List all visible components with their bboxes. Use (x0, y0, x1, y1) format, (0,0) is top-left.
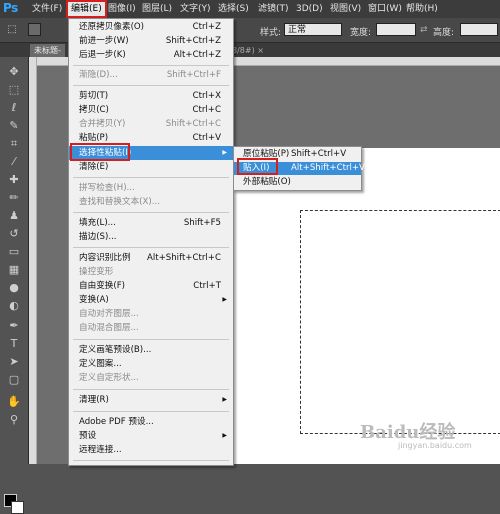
swap-icon[interactable]: ⇄ (420, 25, 428, 35)
shape-tool-icon[interactable]: ▢ (6, 373, 22, 387)
menu-item-remote-connections[interactable]: 远程连接... (69, 443, 233, 457)
menu-item-copy[interactable]: 拷贝(C) Ctrl+C (69, 103, 233, 117)
annotation-highlight-paste-special (70, 143, 130, 161)
move-tool-icon[interactable]: ✥ (6, 65, 22, 79)
menu-item-transform[interactable]: 变换(A) ▶ (69, 293, 233, 307)
baidu-watermark-url: jingyan.baidu.com (398, 441, 472, 450)
menu-item-auto-align[interactable]: 自动对齐图层... (69, 307, 233, 321)
submenu-arrow-icon: ▶ (222, 149, 227, 156)
menu-item-clear[interactable]: 清除(E) (69, 160, 233, 174)
menu-item-find-replace[interactable]: 查找和替换文本(X)... (69, 195, 233, 209)
dodge-tool-icon[interactable]: ◐ (6, 299, 22, 313)
menu-bar: Ps 文件(F) 编辑(E) 图像(I) 图层(L) 文字(Y) 选择(S) 滤… (0, 0, 500, 18)
annotation-highlight-paste-into (237, 158, 278, 175)
edit-menu-dropdown: 还原拷贝像素(O) Ctrl+Z 前进一步(W) Shift+Ctrl+Z 后退一步… (68, 18, 234, 466)
style-select[interactable]: 正常 (284, 23, 342, 36)
menu-layer[interactable]: 图层(L) (142, 3, 172, 15)
menu-image[interactable]: 图像(I) (108, 3, 136, 15)
menu-view[interactable]: 视图(V) (330, 3, 361, 15)
pen-tool-icon[interactable]: ✒ (6, 319, 22, 333)
menu-item-free-transform[interactable]: 自由变换(F) Ctrl+T (69, 279, 233, 293)
gradient-tool-icon[interactable]: ▦ (6, 263, 22, 277)
photoshop-logo: Ps (3, 1, 18, 15)
menu-item-define-shape[interactable]: 定义自定形状... (69, 371, 233, 385)
height-input[interactable] (460, 23, 498, 36)
tools-panel: ✥ ⬚ ℓ ✎ ⌗ ⁄ ✚ ✏ ♟ ↺ ▭ ▦ ● ◐ ✒ T ➤ ▢ ✋ ⚲ (0, 57, 29, 514)
menu-item-puppet-warp[interactable]: 操控变形 (69, 265, 233, 279)
menu-help[interactable]: 帮助(H) (406, 3, 438, 15)
menu-item-stroke[interactable]: 描边(S)... (69, 230, 233, 244)
menu-item-fill[interactable]: 填充(L)... Shift+F5 (69, 216, 233, 230)
menu-item-spell-check[interactable]: 拼写检查(H)... (69, 181, 233, 195)
menu-item-undo[interactable]: 还原拷贝像素(O) Ctrl+Z (69, 20, 233, 34)
rect-marquee-tool-icon[interactable]: ⬚ (6, 83, 22, 97)
menu-item-copy-merged[interactable]: 合并拷贝(Y) Shift+Ctrl+C (69, 117, 233, 131)
new-selection-icon[interactable] (28, 23, 41, 36)
menu-window[interactable]: 窗口(W) (368, 3, 402, 15)
vertical-ruler (28, 57, 37, 464)
menu-item-step-backward[interactable]: 后退一步(K) Alt+Ctrl+Z (69, 48, 233, 62)
menu-item-cut[interactable]: 剪切(T) Ctrl+X (69, 89, 233, 103)
eraser-tool-icon[interactable]: ▭ (6, 245, 22, 259)
menu-item-purge[interactable]: 清理(R) ▶ (69, 393, 233, 407)
menu-separator (73, 212, 229, 213)
menu-item-fade[interactable]: 渐隐(D)... Shift+Ctrl+F (69, 68, 233, 82)
menu-filter[interactable]: 滤镜(T) (258, 3, 289, 15)
menu-separator (73, 460, 229, 461)
menu-item-presets[interactable]: 预设 ▶ (69, 429, 233, 443)
width-label: 宽度: (350, 28, 372, 38)
menu-separator (73, 389, 229, 390)
menu-item-content-aware-scale[interactable]: 内容识别比例 Alt+Shift+Ctrl+C (69, 251, 233, 265)
tab-untitled[interactable]: 未标题- (30, 44, 65, 57)
background-color-swatch[interactable] (11, 501, 24, 514)
selection-marquee (300, 210, 500, 434)
menu-separator (73, 65, 229, 66)
type-tool-icon[interactable]: T (6, 337, 22, 351)
menu-separator (73, 247, 229, 248)
marquee-tool-icon[interactable]: ⬚ (4, 23, 20, 37)
submenu-arrow-icon: ▶ (222, 432, 227, 439)
menu-separator (73, 339, 229, 340)
menu-item-define-pattern[interactable]: 定义图案... (69, 357, 233, 371)
menu-separator (73, 177, 229, 178)
menu-item-define-brush[interactable]: 定义画笔预设(B)... (69, 343, 233, 357)
zoom-tool-icon[interactable]: ⚲ (6, 413, 22, 427)
history-brush-tool-icon[interactable]: ↺ (6, 227, 22, 241)
menu-select[interactable]: 选择(S) (218, 3, 249, 15)
crop-tool-icon[interactable]: ⌗ (6, 137, 22, 151)
menu-separator (73, 411, 229, 412)
style-label: 样式: (260, 28, 282, 38)
tab-info[interactable]: 8/8#) × (232, 44, 264, 57)
lasso-tool-icon[interactable]: ℓ (6, 101, 22, 115)
clone-stamp-tool-icon[interactable]: ♟ (6, 209, 22, 223)
menu-type[interactable]: 文字(Y) (180, 3, 211, 15)
width-input[interactable] (376, 23, 416, 36)
menu-item-step-forward[interactable]: 前进一步(W) Shift+Ctrl+Z (69, 34, 233, 48)
quick-select-tool-icon[interactable]: ✎ (6, 119, 22, 133)
hand-tool-icon[interactable]: ✋ (6, 395, 22, 409)
menu-file[interactable]: 文件(F) (32, 3, 62, 15)
menu-edit[interactable]: 编辑(E) (66, 0, 107, 18)
menu-3d[interactable]: 3D(D) (296, 3, 323, 15)
eyedropper-tool-icon[interactable]: ⁄ (6, 155, 22, 169)
healing-brush-tool-icon[interactable]: ✚ (6, 173, 22, 187)
submenu-item-paste-outside[interactable]: 外部粘贴(O) (234, 176, 361, 189)
blur-tool-icon[interactable]: ● (6, 281, 22, 295)
menu-item-pdf-presets[interactable]: Adobe PDF 预设... (69, 415, 233, 429)
brush-tool-icon[interactable]: ✏ (6, 191, 22, 205)
path-select-tool-icon[interactable]: ➤ (6, 355, 22, 369)
menu-separator (73, 85, 229, 86)
submenu-arrow-icon: ▶ (222, 296, 227, 303)
submenu-arrow-icon: ▶ (222, 396, 227, 403)
height-label: 高度: (433, 28, 455, 38)
menu-item-auto-blend[interactable]: 自动混合图层... (69, 321, 233, 335)
